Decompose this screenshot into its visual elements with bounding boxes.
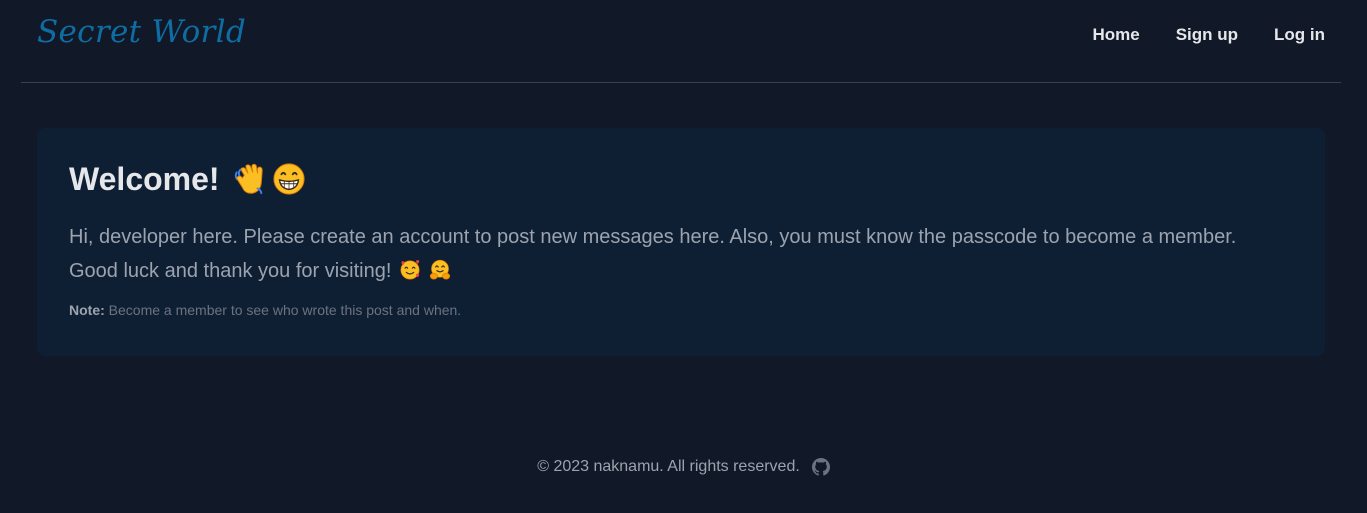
- page: Secret World Home Sign up Log in Welcome…: [0, 0, 1367, 513]
- waving-hand-icon: [234, 163, 263, 195]
- site-footer: © 2023 naknamu. All rights reserved.: [0, 458, 1367, 476]
- copyright-text: © 2023 naknamu. All rights reserved.: [537, 458, 800, 475]
- hugging-face-icon: [429, 259, 450, 280]
- site-header: Secret World Home Sign up Log in: [21, 0, 1341, 83]
- card-title-text: Welcome!: [69, 161, 220, 197]
- card-body: Hi, developer here. Please create an acc…: [69, 220, 1289, 288]
- nav-home-link[interactable]: Home: [1092, 25, 1139, 45]
- card-body-text: Hi, developer here. Please create an acc…: [69, 226, 1237, 282]
- smiling-face-with-hearts-icon: [400, 260, 420, 280]
- github-icon[interactable]: [811, 458, 830, 476]
- message-card: Welcome! Hi, developer here. Please crea: [37, 128, 1325, 356]
- card-title: Welcome!: [69, 158, 1293, 200]
- main-nav: Home Sign up Log in: [1056, 25, 1325, 45]
- grinning-face-icon: [272, 163, 305, 195]
- note-label: Note:: [69, 302, 105, 318]
- card-note: Note: Become a member to see who wrote t…: [69, 302, 1293, 318]
- brand-logo-link[interactable]: Secret World: [37, 14, 246, 50]
- note-text: Become a member to see who wrote this po…: [108, 302, 462, 318]
- nav-signup-link[interactable]: Sign up: [1176, 25, 1238, 45]
- nav-login-link[interactable]: Log in: [1274, 25, 1325, 45]
